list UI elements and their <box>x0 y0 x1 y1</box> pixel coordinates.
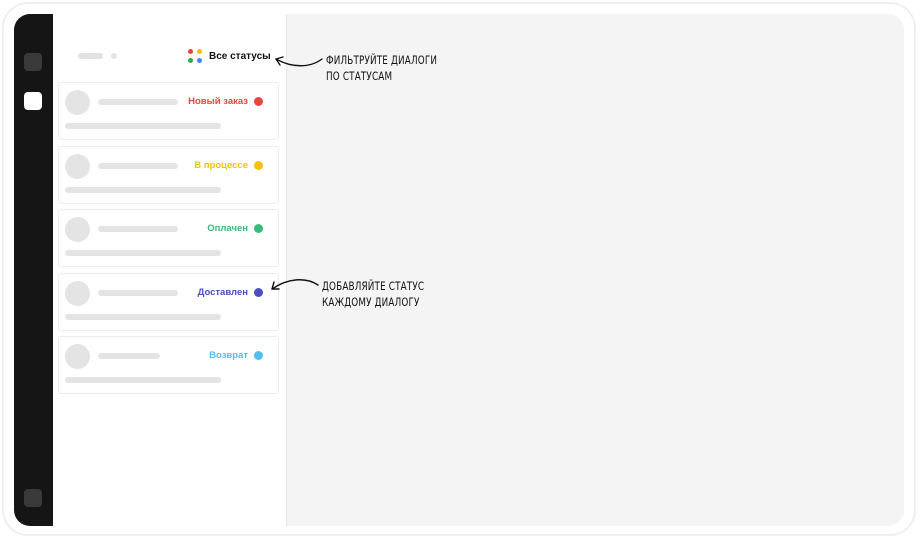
filter-icon-dot <box>197 58 202 63</box>
dialog-card[interactable]: Оплачен <box>58 209 279 267</box>
status-label[interactable]: Доставлен <box>198 287 248 298</box>
status-hint-line2: КАЖДОМУ ДИАЛОГУ <box>322 295 420 309</box>
rail-settings-button[interactable] <box>24 489 42 507</box>
avatar <box>65 344 90 369</box>
status-dot-icon <box>254 224 263 233</box>
status-dot-icon <box>254 97 263 106</box>
status-filter-label: Все статусы <box>209 50 271 62</box>
avatar <box>65 280 90 306</box>
contact-name-placeholder <box>98 289 178 296</box>
filter-icon-dot <box>197 49 202 54</box>
status-dot-icon <box>254 287 263 297</box>
avatar <box>65 153 90 179</box>
filter-hint-arrow <box>275 56 323 67</box>
last-message-placeholder <box>65 123 221 129</box>
status-label[interactable]: Возврат <box>209 350 248 361</box>
last-message-placeholder <box>65 250 221 256</box>
contact-name-placeholder <box>98 162 178 169</box>
status-hint-arrow <box>271 279 319 290</box>
status-dot-icon <box>254 160 263 170</box>
dialog-card[interactable]: В процессе <box>58 145 279 204</box>
header-placeholder-dot <box>111 53 117 59</box>
filter-hint-line1: ФИЛЬТРУЙТЕ ДИАЛОГИ <box>326 53 438 67</box>
dialog-list-panel: Все статусы Новый заказ В процессе Оплачен… <box>53 14 287 526</box>
contact-name-placeholder <box>98 99 178 105</box>
avatar <box>65 217 90 242</box>
colored-dots-grid-icon <box>188 49 202 63</box>
status-label[interactable]: Новый заказ <box>188 96 248 107</box>
filter-icon-dot <box>188 49 193 54</box>
sidebar-rail <box>14 14 53 526</box>
contact-name-placeholder <box>98 226 178 232</box>
status-label[interactable]: Оплачен <box>207 223 248 234</box>
status-label[interactable]: В процессе <box>194 160 248 171</box>
dialog-card[interactable]: Доставлен <box>58 272 279 331</box>
dialog-card[interactable]: Возврат <box>58 336 279 394</box>
last-message-placeholder <box>65 186 221 193</box>
avatar <box>65 90 90 115</box>
filter-hint-text: ФИЛЬТРУЙТЕ ДИАЛОГИ ПО СТАТУСАМ <box>326 52 437 84</box>
contact-name-placeholder <box>98 353 160 359</box>
header-placeholder-pill <box>78 53 103 59</box>
dialog-card[interactable]: Новый заказ <box>58 82 279 140</box>
status-dot-icon <box>254 351 263 360</box>
rail-nav-button[interactable] <box>24 53 42 71</box>
status-hint-line1: ДОБАВЛЯЙТЕ СТАТУС <box>322 279 425 293</box>
main-content-area <box>287 14 904 526</box>
last-message-placeholder <box>65 377 221 383</box>
status-hint-text: ДОБАВЛЯЙТЕ СТАТУС КАЖДОМУ ДИАЛОГУ <box>322 278 424 310</box>
status-filter-button[interactable]: Все статусы <box>188 48 271 64</box>
app-window: Все статусы Новый заказ В процессе Оплачен… <box>14 14 904 526</box>
rail-nav-button-active[interactable] <box>24 92 42 110</box>
last-message-placeholder <box>65 313 221 320</box>
filter-hint-line2: ПО СТАТУСАМ <box>326 69 393 83</box>
filter-icon-dot <box>188 58 193 63</box>
